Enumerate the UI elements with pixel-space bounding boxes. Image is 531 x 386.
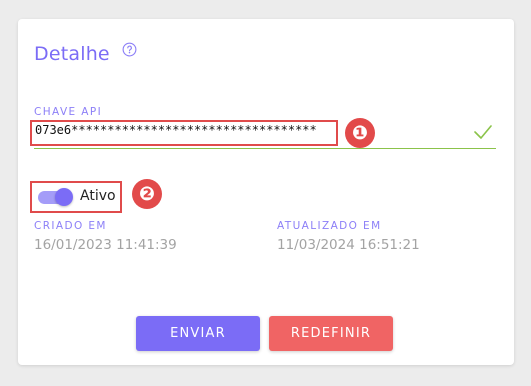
reset-button[interactable]: REDEFINIR bbox=[269, 316, 393, 351]
api-key-label: CHAVE API bbox=[34, 106, 103, 118]
created-label: CRIADO EM bbox=[34, 220, 107, 232]
api-key-input[interactable] bbox=[34, 120, 496, 149]
switch-thumb[interactable] bbox=[55, 188, 73, 206]
check-icon bbox=[474, 125, 492, 139]
annotation-badge-1: ❶ bbox=[345, 118, 375, 148]
send-button[interactable]: ENVIAR bbox=[136, 316, 260, 351]
updated-value: 11/03/2024 16:51:21 bbox=[277, 237, 420, 253]
annotation-badge-2: ❷ bbox=[132, 179, 162, 209]
detail-card: Detalhe CHAVE API 073e6*****************… bbox=[18, 19, 514, 365]
status-toggle-label: Ativo bbox=[80, 188, 116, 204]
help-circle-icon[interactable] bbox=[122, 42, 137, 57]
status-toggle[interactable]: Ativo bbox=[30, 181, 122, 213]
created-value: 16/01/2023 11:41:39 bbox=[34, 237, 177, 253]
card-title: Detalhe bbox=[34, 43, 110, 65]
updated-label: ATUALIZADO EM bbox=[277, 220, 382, 232]
